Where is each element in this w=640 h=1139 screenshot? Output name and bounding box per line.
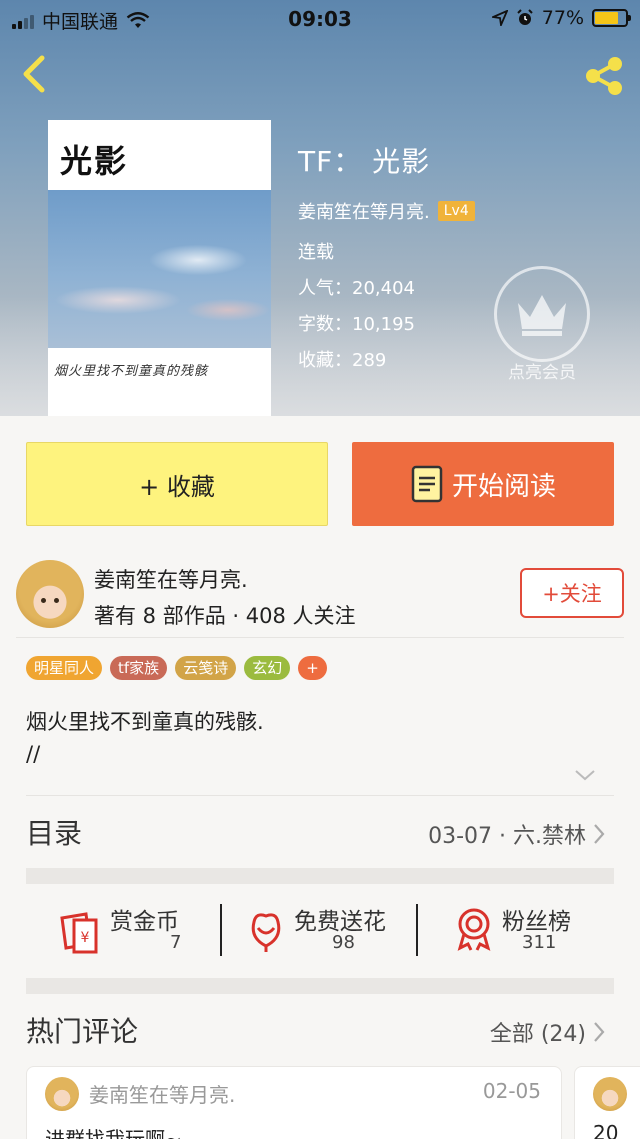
- toc-title: 目录: [26, 817, 83, 850]
- book-description: 烟火里找不到童真的残骸. //: [26, 706, 264, 770]
- divider: [26, 795, 614, 796]
- divider: [416, 904, 418, 956]
- serial-status: 连载: [298, 242, 334, 263]
- reward-coins-label: 赏金币: [110, 909, 179, 935]
- reward-coins-count: 7: [170, 932, 182, 953]
- favorites-stat: 收藏：289: [298, 350, 387, 371]
- tag-list: 明星同人 tf家族 云笺诗 玄幻 +: [26, 656, 327, 680]
- chevron-left-icon: [23, 55, 45, 93]
- book-meta: TF： 光影 姜南笙在等月亮. Lv4 连载 人气：20,404 字数：10,1…: [298, 140, 475, 372]
- tag-fantasy[interactable]: 玄幻: [244, 656, 291, 680]
- popularity-stat: 人气：20,404: [298, 278, 415, 299]
- medal-icon: [457, 908, 491, 951]
- tag-tf-family[interactable]: tf家族: [110, 656, 168, 680]
- send-flower-label: 免费送花: [294, 909, 386, 935]
- comment-card[interactable]: 姜南笙在等月亮. 02-05 进群找我玩啊~: [26, 1066, 562, 1139]
- start-reading-label: 开始阅读: [451, 471, 556, 502]
- chevron-down-icon[interactable]: [574, 768, 596, 782]
- status-bar: 中国联通 09:03 77%: [0, 0, 640, 40]
- flower-icon: [251, 913, 281, 952]
- start-reading-button[interactable]: 开始阅读: [352, 442, 614, 526]
- tag-add-button[interactable]: +: [298, 656, 327, 680]
- divider: [16, 637, 624, 638]
- vip-label: 点亮会员: [508, 363, 576, 383]
- hot-comments-title: 热门评论: [26, 1015, 139, 1048]
- battery-icon: [592, 9, 631, 27]
- author-name[interactable]: 姜南笙在等月亮.: [94, 564, 248, 594]
- all-comments-link[interactable]: 全部 (24): [490, 1016, 586, 1048]
- divider: [220, 904, 222, 956]
- chevron-right-icon: [594, 1022, 605, 1042]
- hot-comments-header: 热门评论 全部 (24): [26, 1010, 614, 1054]
- section-separator: [26, 868, 614, 884]
- battery-percent: 77%: [541, 7, 584, 29]
- author-card: 姜南笙在等月亮. 著有 8 部作品 · 408 人关注 +关注: [16, 558, 624, 638]
- book-header: 中国联通 09:03 77% 光影 烟火里找不到童真的残骸 TF： 光影 姜南笙…: [0, 0, 640, 416]
- book-icon: [411, 465, 443, 503]
- location-icon: [491, 10, 508, 26]
- tag-yunjian-poem[interactable]: 云笺诗: [175, 656, 237, 680]
- cover-image: [48, 190, 271, 348]
- fan-ranking-count: 311: [522, 932, 557, 953]
- book-author[interactable]: 姜南笙在等月亮.: [298, 198, 430, 224]
- comment-text: 进群找我玩啊~: [45, 1127, 182, 1139]
- word-count-stat: 字数：10,195: [298, 314, 415, 335]
- avatar[interactable]: [16, 560, 84, 628]
- author-info: 著有 8 部作品 · 408 人关注: [94, 604, 356, 628]
- vip-button[interactable]: 点亮会员: [494, 266, 590, 383]
- crown-icon: [518, 295, 566, 336]
- tag-star-fanfic[interactable]: 明星同人: [26, 656, 103, 680]
- comment-date: 02-05: [482, 1079, 541, 1103]
- table-of-contents-row[interactable]: 目录 03-07 · 六.禁林: [26, 812, 614, 856]
- description-line: //: [26, 742, 41, 766]
- comment-author: 姜南笙在等月亮.: [89, 1083, 236, 1107]
- svg-text:¥: ¥: [81, 930, 90, 946]
- description-line: 烟火里找不到童真的残骸.: [26, 710, 264, 734]
- send-flower-count: 98: [332, 932, 355, 953]
- section-separator: [26, 978, 614, 994]
- collect-button[interactable]: + 收藏: [26, 442, 328, 526]
- share-icon: [586, 57, 622, 95]
- back-button[interactable]: [14, 52, 54, 96]
- send-flower-button[interactable]: 免费送花 98: [246, 896, 426, 966]
- reader-actions: ¥ 赏金币 7 免费送花 98 粉丝榜 311: [26, 896, 614, 966]
- comment-card[interactable]: 20: [574, 1066, 640, 1139]
- cover-title: 光影: [60, 142, 129, 180]
- alarm-icon: [517, 9, 533, 25]
- fan-ranking-button[interactable]: 粉丝榜 311: [454, 896, 614, 966]
- avatar[interactable]: [593, 1077, 627, 1111]
- comment-date: 20: [593, 1121, 619, 1139]
- book-title: TF： 光影: [298, 145, 431, 178]
- avatar[interactable]: [45, 1077, 79, 1111]
- reward-coins-button[interactable]: ¥ 赏金币 7: [56, 896, 216, 966]
- latest-chapter: 03-07 · 六.禁林: [428, 824, 586, 849]
- book-cover[interactable]: 光影 烟火里找不到童真的残骸: [48, 120, 271, 416]
- action-buttons: + 收藏 开始阅读: [26, 442, 614, 526]
- chevron-right-icon: [594, 824, 605, 844]
- cover-subtitle: 烟火里找不到童真的残骸: [54, 364, 209, 379]
- follow-button[interactable]: +关注: [520, 568, 624, 618]
- share-button[interactable]: [580, 52, 628, 100]
- red-envelope-icon: ¥: [60, 912, 98, 954]
- fan-ranking-label: 粉丝榜: [502, 909, 571, 935]
- level-badge: Lv4: [437, 201, 475, 221]
